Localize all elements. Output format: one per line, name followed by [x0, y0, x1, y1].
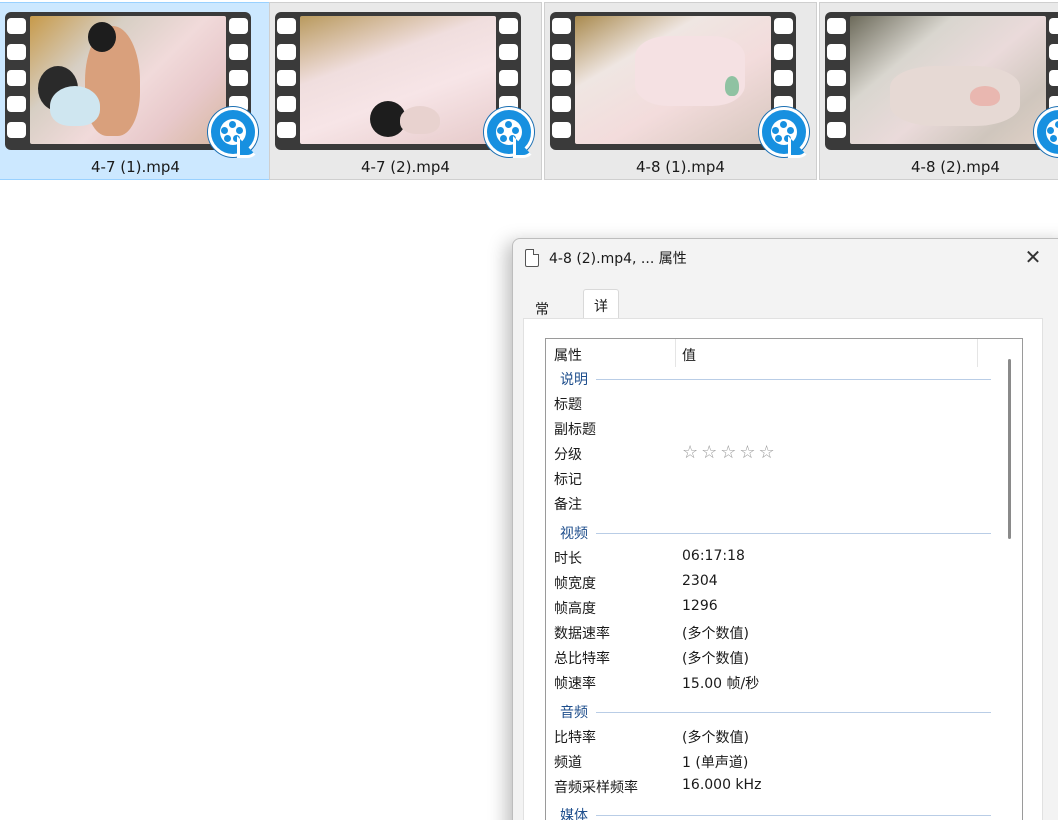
file-tile[interactable]: 4-8 (1).mp4	[544, 2, 817, 180]
rating-stars[interactable]: ☆☆☆☆☆	[682, 442, 778, 463]
property-key: 比特率	[554, 730, 596, 746]
property-value: 2304	[682, 573, 718, 589]
file-grid: 4-7 (1).mp4 4-7 (2).mp4 4-8 (1).mp4 4-8 …	[0, 0, 1058, 182]
property-row[interactable]: 副标题	[546, 416, 986, 441]
property-key: 帧高度	[554, 601, 596, 617]
property-key: 标题	[554, 397, 582, 413]
properties-dialog: 4-8 (2).mp4, ... 属性 ✕ 常规 详细信息 属性 值 说明 标题…	[512, 238, 1058, 820]
property-row[interactable]: 数据速率 (多个数值)	[546, 620, 986, 645]
file-tile[interactable]: 4-7 (2).mp4	[269, 2, 542, 180]
file-name: 4-7 (2).mp4	[361, 158, 450, 176]
property-key: 数据速率	[554, 626, 610, 642]
property-value: (多个数值)	[682, 651, 749, 667]
property-value: 1 (单声道)	[682, 755, 749, 771]
property-key: 分级	[554, 447, 582, 463]
file-name: 4-8 (1).mp4	[636, 158, 725, 176]
list-header: 属性 值	[546, 339, 1022, 367]
column-header-property[interactable]: 属性	[546, 339, 676, 367]
player-app-icon	[759, 107, 809, 157]
property-row[interactable]: 标记	[546, 466, 986, 491]
file-name: 4-8 (2).mp4	[911, 158, 1000, 176]
section-header-media: 媒体	[546, 802, 991, 820]
property-row[interactable]: 比特率 (多个数值)	[546, 724, 986, 749]
document-icon	[525, 249, 539, 267]
property-row[interactable]: 帧速率 15.00 帧/秒	[546, 670, 986, 695]
video-thumbnail	[825, 12, 1058, 150]
file-tile[interactable]: 4-8 (2).mp4	[819, 2, 1058, 180]
property-key: 帧宽度	[554, 576, 596, 592]
property-value: 15.00 帧/秒	[682, 676, 760, 692]
property-row[interactable]: 总比特率 (多个数值)	[546, 645, 986, 670]
property-key: 总比特率	[554, 651, 610, 667]
property-value: 06:17:18	[682, 548, 745, 564]
property-row[interactable]: 帧宽度 2304	[546, 570, 986, 595]
dialog-titlebar[interactable]: 4-8 (2).mp4, ... 属性 ✕	[513, 239, 1058, 277]
column-header-value[interactable]: 值	[676, 339, 978, 367]
player-app-icon	[484, 107, 534, 157]
property-value: (多个数值)	[682, 626, 749, 642]
tab-details[interactable]: 详细信息	[583, 289, 619, 375]
property-key: 音频采样频率	[554, 780, 638, 796]
property-row[interactable]: 备注	[546, 491, 986, 516]
property-value: (多个数值)	[682, 730, 749, 746]
close-button[interactable]: ✕	[1021, 247, 1045, 269]
property-key: 副标题	[554, 422, 596, 438]
property-value: 1296	[682, 598, 718, 614]
property-row[interactable]: 标题	[546, 391, 986, 416]
property-key: 备注	[554, 497, 582, 513]
property-row[interactable]: 频道 1 (单声道)	[546, 749, 986, 774]
file-name: 4-7 (1).mp4	[91, 158, 180, 176]
property-key: 时长	[554, 551, 582, 567]
property-key: 帧速率	[554, 676, 596, 692]
property-row[interactable]: 音频采样频率 16.000 kHz	[546, 774, 986, 799]
scrollbar[interactable]	[1008, 359, 1011, 539]
property-value: 16.000 kHz	[682, 777, 762, 793]
section-header-video: 视频	[546, 520, 991, 545]
property-row[interactable]: 帧高度 1296	[546, 595, 986, 620]
property-list[interactable]: 属性 值 说明 标题 副标题 分级 ☆☆☆☆☆ 标记 备注 视频 时长 06:1…	[545, 338, 1023, 820]
details-panel: 属性 值 说明 标题 副标题 分级 ☆☆☆☆☆ 标记 备注 视频 时长 06:1…	[523, 318, 1043, 820]
property-row[interactable]: 时长 06:17:18	[546, 545, 986, 570]
file-tile[interactable]: 4-7 (1).mp4	[0, 2, 272, 180]
property-key: 标记	[554, 472, 582, 488]
dialog-title: 4-8 (2).mp4, ... 属性	[549, 251, 687, 267]
property-key: 频道	[554, 755, 582, 771]
section-header-audio: 音频	[546, 699, 991, 724]
section-header-description: 说明	[546, 366, 991, 391]
property-row[interactable]: 分级 ☆☆☆☆☆	[546, 441, 986, 466]
player-app-icon	[208, 107, 258, 157]
